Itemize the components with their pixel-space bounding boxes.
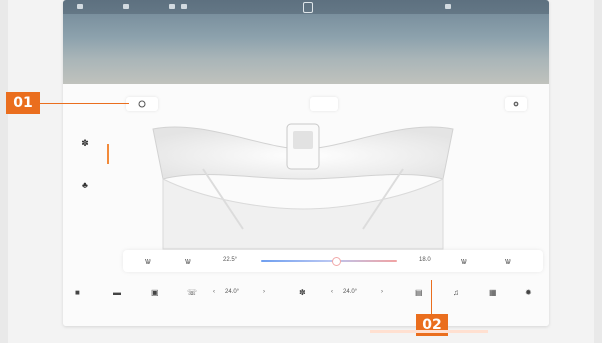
climate-panel: ✽ ♣ ѡ ѡ 22.5° 18.0 ѡ ѡ ■ ▬ ▣ ☏ ‹ 24.0° ›… [63, 84, 549, 326]
right-temperature: 18.0 [419, 257, 431, 263]
camera-view [63, 0, 549, 84]
fan-icon: ✽ [81, 138, 89, 148]
vent-face-icon[interactable]: ѡ [185, 256, 191, 266]
car-front-icon[interactable]: ▬ [113, 288, 121, 297]
bottom-dock: ■ ▬ ▣ ☏ ‹ 24.0° › ✽ ‹ 24.0° › ▤ ♫ ▦ ✹ [63, 280, 549, 308]
seat-icon: ♣ [82, 180, 88, 190]
vent-foot-icon[interactable]: ѡ [505, 256, 511, 266]
car-cabin-illustration [152, 123, 454, 250]
temperature-slider[interactable] [261, 257, 397, 266]
left-nav: ✽ ♣ [75, 138, 95, 221]
nav-item-seat[interactable]: ♣ [75, 180, 95, 191]
settings-button[interactable] [505, 97, 527, 111]
callout-01: 01 [6, 92, 40, 114]
decor-stripe [370, 330, 488, 333]
phone-mirror-icon[interactable] [303, 2, 313, 13]
callout-01-line [40, 103, 129, 104]
power-icon [138, 100, 146, 108]
signal-icon [77, 4, 83, 9]
nav-item-fan[interactable]: ✽ [75, 138, 95, 150]
status-bar [63, 0, 549, 14]
phone-icon[interactable]: ☏ [187, 288, 197, 297]
right-temp-up[interactable]: › [381, 289, 383, 295]
callout-02-line [431, 280, 432, 314]
status-icon [181, 4, 187, 9]
gear-icon [513, 101, 519, 107]
status-icon [445, 4, 451, 9]
fan-icon[interactable]: ✽ [299, 288, 306, 297]
vent-left-icon[interactable]: ѡ [145, 256, 151, 266]
left-temp-up[interactable]: › [263, 289, 265, 295]
status-icon [169, 4, 175, 9]
dock-left-temp: 24.0° [225, 289, 240, 295]
dock-right-temp: 24.0° [343, 289, 358, 295]
apps-icon[interactable]: ▦ [489, 288, 497, 297]
settings-icon[interactable]: ✹ [525, 288, 532, 297]
music-icon[interactable]: ♫ [453, 288, 459, 297]
seat-heat-icon[interactable]: ▣ [151, 288, 159, 297]
right-temp-down[interactable]: ‹ [331, 289, 333, 295]
seat-heat-icon[interactable]: ▤ [415, 288, 423, 297]
infotainment-screen: ✽ ♣ ѡ ѡ 22.5° 18.0 ѡ ѡ ■ ▬ ▣ ☏ ‹ 24.0° ›… [63, 0, 549, 326]
slider-knob[interactable] [331, 257, 341, 266]
left-temperature: 22.5° [223, 257, 238, 263]
active-indicator [107, 144, 109, 164]
temperature-bar: ѡ ѡ 22.5° 18.0 ѡ ѡ [123, 250, 543, 272]
left-temp-down[interactable]: ‹ [213, 289, 215, 295]
vent-right-icon[interactable]: ѡ [461, 256, 467, 266]
car-icon[interactable]: ■ [75, 288, 80, 297]
wifi-icon [123, 4, 129, 9]
